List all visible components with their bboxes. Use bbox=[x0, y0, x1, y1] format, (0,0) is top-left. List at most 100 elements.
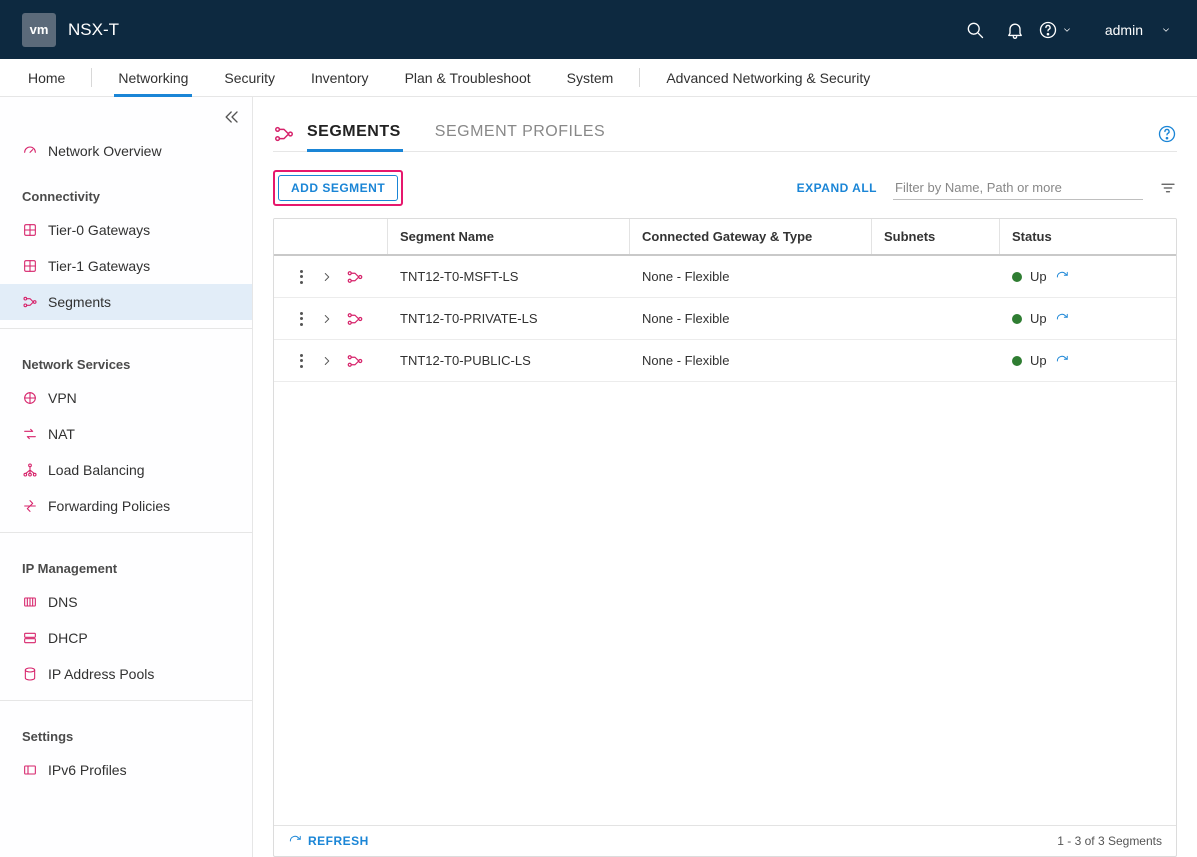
sidebar-item-label: Load Balancing bbox=[48, 462, 145, 478]
page-tabs: SEGMENTS SEGMENT PROFILES bbox=[273, 117, 1177, 152]
filter-input[interactable] bbox=[893, 176, 1143, 200]
nav-security[interactable]: Security bbox=[206, 59, 293, 96]
row-expand-icon[interactable] bbox=[320, 312, 334, 326]
row-refresh-icon[interactable] bbox=[1055, 270, 1069, 284]
cell-gateway: None - Flexible bbox=[630, 259, 872, 294]
sidebar-heading-ip: IP Management bbox=[0, 541, 252, 584]
sidebar-ipv6[interactable]: IPv6 Profiles bbox=[0, 752, 252, 788]
pool-icon bbox=[22, 666, 38, 682]
sidebar-collapse-icon[interactable] bbox=[222, 107, 242, 127]
row-menu-icon[interactable] bbox=[294, 268, 308, 286]
dhcp-icon bbox=[22, 630, 38, 646]
nav-home[interactable]: Home bbox=[10, 59, 83, 96]
nav-inventory[interactable]: Inventory bbox=[293, 59, 387, 96]
sidebar: Network Overview Connectivity Tier-0 Gat… bbox=[0, 97, 253, 857]
nat-icon bbox=[22, 426, 38, 442]
lb-icon bbox=[22, 462, 38, 478]
cell-segment-name: TNT12-T0-PUBLIC-LS bbox=[388, 343, 630, 378]
sidebar-ip-pools[interactable]: IP Address Pools bbox=[0, 656, 252, 692]
row-menu-icon[interactable] bbox=[294, 352, 308, 370]
row-menu-icon[interactable] bbox=[294, 310, 308, 328]
nav-networking[interactable]: Networking bbox=[100, 59, 206, 96]
content-area: SEGMENTS SEGMENT PROFILES ADD SEGMENT EX… bbox=[253, 97, 1197, 857]
sidebar-vpn[interactable]: VPN bbox=[0, 380, 252, 416]
col-header-name[interactable]: Segment Name bbox=[388, 219, 630, 254]
help-icon[interactable] bbox=[1035, 10, 1075, 50]
segments-icon bbox=[22, 294, 38, 310]
sidebar-heading-settings: Settings bbox=[0, 709, 252, 752]
nav-advanced[interactable]: Advanced Networking & Security bbox=[648, 59, 888, 96]
table-row[interactable]: TNT12-T0-PUBLIC-LSNone - Flexible Up bbox=[274, 340, 1176, 382]
segments-page-icon bbox=[273, 123, 295, 145]
cell-gateway: None - Flexible bbox=[630, 343, 872, 378]
nav-system[interactable]: System bbox=[549, 59, 632, 96]
table-header: Segment Name Connected Gateway & Type Su… bbox=[274, 219, 1176, 256]
expand-all-button[interactable]: EXPAND ALL bbox=[797, 181, 877, 195]
sidebar-lb[interactable]: Load Balancing bbox=[0, 452, 252, 488]
segment-row-icon bbox=[346, 352, 364, 370]
row-refresh-icon[interactable] bbox=[1055, 354, 1069, 368]
vmware-logo: vm bbox=[22, 13, 56, 47]
fwd-icon bbox=[22, 498, 38, 514]
row-expand-icon[interactable] bbox=[320, 354, 334, 368]
cell-gateway: None - Flexible bbox=[630, 301, 872, 336]
sidebar-item-label: IP Address Pools bbox=[48, 666, 154, 682]
col-header-status[interactable]: Status bbox=[1000, 219, 1176, 254]
table-row[interactable]: TNT12-T0-PRIVATE-LSNone - Flexible Up bbox=[274, 298, 1176, 340]
refresh-button[interactable]: REFRESH bbox=[288, 834, 369, 848]
tier-icon bbox=[22, 258, 38, 274]
cell-segment-name: TNT12-T0-MSFT-LS bbox=[388, 259, 630, 294]
row-refresh-icon[interactable] bbox=[1055, 312, 1069, 326]
cell-status: Up bbox=[1000, 343, 1176, 378]
sidebar-segments[interactable]: Segments bbox=[0, 284, 252, 320]
sidebar-item-label: Tier-0 Gateways bbox=[48, 222, 150, 238]
segments-table: Segment Name Connected Gateway & Type Su… bbox=[273, 218, 1177, 857]
col-header-gateway[interactable]: Connected Gateway & Type bbox=[630, 219, 872, 254]
page-help-icon[interactable] bbox=[1157, 124, 1177, 144]
sidebar-item-label: DNS bbox=[48, 594, 78, 610]
sidebar-item-label: Tier-1 Gateways bbox=[48, 258, 150, 274]
user-menu[interactable]: admin bbox=[1105, 22, 1171, 38]
sidebar-item-label: Segments bbox=[48, 294, 111, 310]
sidebar-item-label: VPN bbox=[48, 390, 77, 406]
search-icon[interactable] bbox=[955, 10, 995, 50]
col-header-subnets[interactable]: Subnets bbox=[872, 219, 1000, 254]
row-expand-icon[interactable] bbox=[320, 270, 334, 284]
chevron-down-icon bbox=[1161, 25, 1171, 35]
sidebar-network-overview[interactable]: Network Overview bbox=[0, 133, 252, 169]
main-nav: Home Networking Security Inventory Plan … bbox=[0, 59, 1197, 97]
sidebar-item-label: Network Overview bbox=[48, 143, 162, 159]
sidebar-item-label: IPv6 Profiles bbox=[48, 762, 127, 778]
status-dot-icon bbox=[1012, 272, 1022, 282]
sidebar-item-label: DHCP bbox=[48, 630, 88, 646]
cell-subnets bbox=[872, 309, 1000, 329]
add-segment-button[interactable]: ADD SEGMENT bbox=[278, 175, 398, 201]
cell-segment-name: TNT12-T0-PRIVATE-LS bbox=[388, 301, 630, 336]
toolbar: ADD SEGMENT EXPAND ALL bbox=[273, 152, 1177, 218]
table-row[interactable]: TNT12-T0-MSFT-LSNone - Flexible Up bbox=[274, 256, 1176, 298]
tab-segments[interactable]: SEGMENTS bbox=[307, 117, 415, 151]
tab-segment-profiles[interactable]: SEGMENT PROFILES bbox=[435, 117, 619, 151]
gauge-icon bbox=[22, 143, 38, 159]
bell-icon[interactable] bbox=[995, 10, 1035, 50]
vpn-icon bbox=[22, 390, 38, 406]
dns-icon bbox=[22, 594, 38, 610]
sidebar-item-label: Forwarding Policies bbox=[48, 498, 170, 514]
sidebar-dns[interactable]: DNS bbox=[0, 584, 252, 620]
cell-subnets bbox=[872, 267, 1000, 287]
cell-status: Up bbox=[1000, 259, 1176, 294]
filter-icon[interactable] bbox=[1159, 179, 1177, 197]
status-text: Up bbox=[1030, 311, 1047, 326]
sidebar-tier0[interactable]: Tier-0 Gateways bbox=[0, 212, 252, 248]
sidebar-item-label: NAT bbox=[48, 426, 75, 442]
cell-subnets bbox=[872, 351, 1000, 371]
status-text: Up bbox=[1030, 353, 1047, 368]
sidebar-dhcp[interactable]: DHCP bbox=[0, 620, 252, 656]
sidebar-forwarding[interactable]: Forwarding Policies bbox=[0, 488, 252, 524]
sidebar-tier1[interactable]: Tier-1 Gateways bbox=[0, 248, 252, 284]
cell-status: Up bbox=[1000, 301, 1176, 336]
nav-plan-troubleshoot[interactable]: Plan & Troubleshoot bbox=[387, 59, 549, 96]
sidebar-nat[interactable]: NAT bbox=[0, 416, 252, 452]
segment-row-icon bbox=[346, 268, 364, 286]
sidebar-heading-services: Network Services bbox=[0, 337, 252, 380]
